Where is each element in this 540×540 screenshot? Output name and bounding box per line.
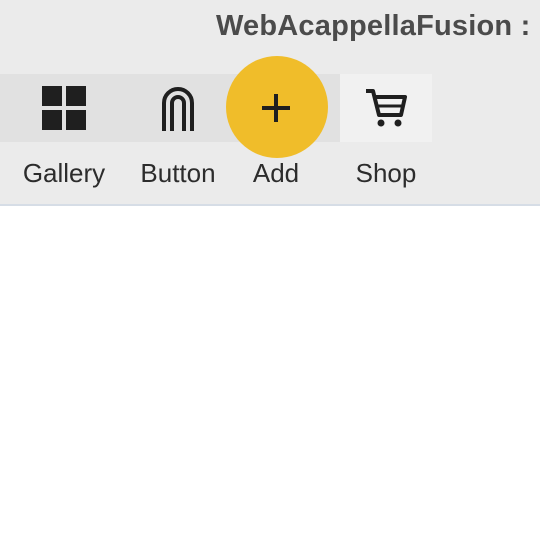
gallery-button[interactable]: Gallery — [18, 74, 110, 194]
shopping-cart-icon — [340, 74, 432, 142]
toolbar: WebAcappellaFusion : Gallery Button Add … — [0, 0, 540, 206]
add-button[interactable]: Add — [226, 74, 326, 194]
window-title: WebAcappellaFusion : — [216, 10, 531, 42]
touch-button-icon — [132, 74, 224, 142]
app-window: WebAcappellaFusion : Gallery Button Add … — [0, 0, 540, 540]
gallery-grid-icon — [18, 74, 110, 142]
main-content-area — [0, 206, 540, 540]
button-tool[interactable]: Button — [132, 74, 224, 194]
shop-button[interactable]: Shop — [340, 74, 432, 194]
add-label: Add — [252, 158, 300, 188]
shop-label: Shop — [355, 158, 417, 188]
plus-icon — [226, 74, 326, 142]
gallery-label: Gallery — [22, 158, 106, 188]
